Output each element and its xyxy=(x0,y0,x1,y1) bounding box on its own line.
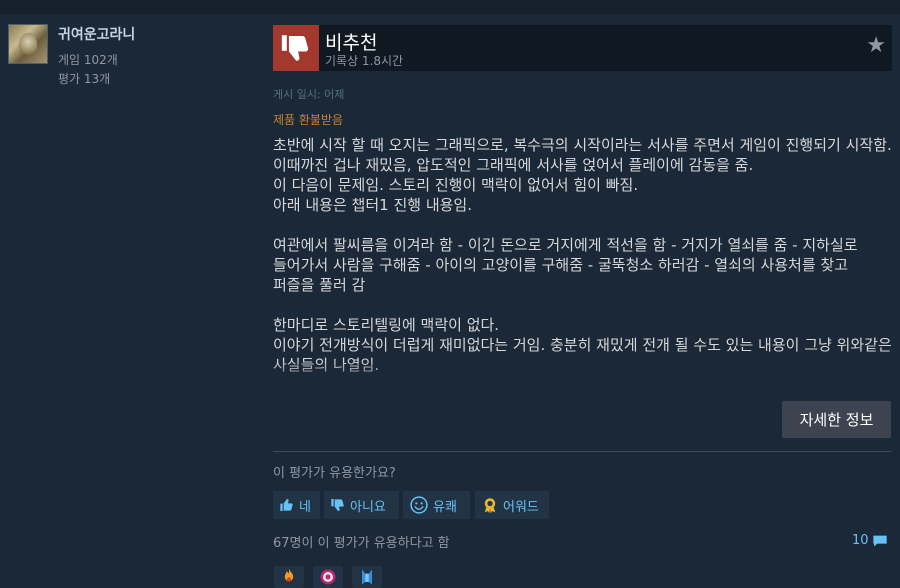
comment-count: 10 xyxy=(852,533,869,548)
comment-link[interactable]: 10 xyxy=(852,533,888,548)
divider xyxy=(273,451,892,452)
vote-no-label: 아니요 xyxy=(350,499,386,515)
review-count[interactable]: 평가 13개 xyxy=(58,70,110,87)
review-verdict: 비추천 xyxy=(325,32,378,54)
star-icon[interactable]: ★ xyxy=(866,35,886,57)
hours-played: 기록상 1.8시간 xyxy=(325,54,404,68)
vote-yes-button[interactable]: 네 xyxy=(273,491,320,519)
award-badge-ribbon-icon[interactable] xyxy=(352,566,382,588)
games-owned[interactable]: 게임 102개 xyxy=(58,51,118,68)
award-label: 어워드 xyxy=(503,499,539,515)
refund-status: 제품 환불받음 xyxy=(273,113,344,127)
vote-funny-button[interactable]: 유쾌 xyxy=(403,491,470,519)
vote-yes-label: 네 xyxy=(299,499,311,515)
vote-no-button[interactable]: 아니요 xyxy=(324,491,399,519)
username[interactable]: 귀여운고라니 xyxy=(58,24,135,44)
thumbs-down-icon xyxy=(273,25,319,71)
vote-funny-label: 유쾌 xyxy=(433,499,457,515)
review-header[interactable]: 비추천 기록상 1.8시간 ★ xyxy=(273,25,892,71)
award-badge-flame-icon[interactable] xyxy=(274,566,304,588)
avatar[interactable] xyxy=(8,24,48,64)
top-bar xyxy=(0,0,900,14)
helpful-count: 67명이 이 평가가 유용하다고 함 xyxy=(273,536,450,551)
award-button[interactable]: 어워드 xyxy=(475,491,549,519)
helpful-question: 이 평가가 유용한가요? xyxy=(273,466,396,481)
smiley-icon xyxy=(410,496,428,514)
award-icon xyxy=(484,498,496,514)
thumbs-down-icon xyxy=(331,499,344,512)
posted-date: 게시 일시: 어제 xyxy=(273,88,345,101)
award-badge-target-icon[interactable] xyxy=(313,566,343,588)
comment-icon xyxy=(872,535,887,546)
thumbs-up-icon xyxy=(280,498,293,511)
read-more-button[interactable]: 자세한 정보 xyxy=(782,401,891,438)
review-body: 초반에 시작 할 때 오지는 그래픽으로, 복수극의 시작이라는 서사를 주면서… xyxy=(273,136,892,374)
